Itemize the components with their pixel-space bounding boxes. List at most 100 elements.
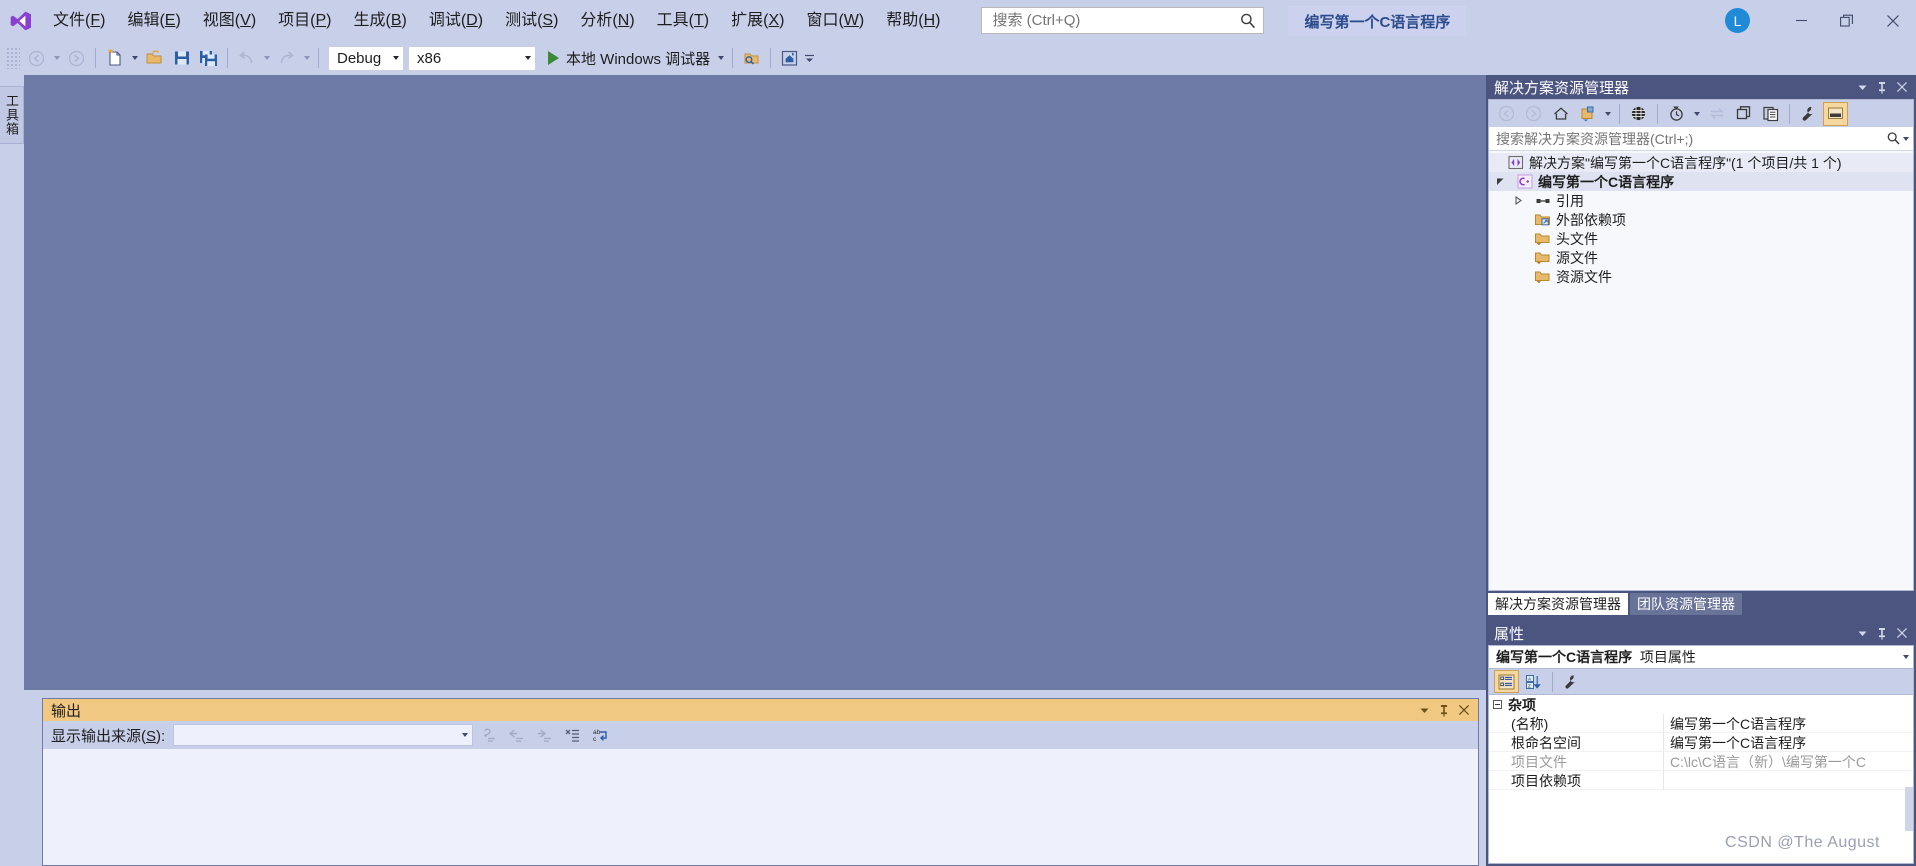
output-prev-message-button[interactable] [503, 723, 529, 747]
output-text-area[interactable] [43, 749, 1478, 865]
tree-row[interactable]: 外部依赖项 [1489, 210, 1913, 229]
output-source-combo[interactable] [173, 724, 474, 746]
solution-explorer-tree[interactable]: 解决方案"编写第一个C语言程序"(1 个项目/共 1 个) 编写第一个C语言程序… [1489, 151, 1913, 590]
minimize-button[interactable] [1778, 5, 1824, 37]
output-close-button[interactable] [1454, 700, 1474, 720]
properties-pin-button[interactable] [1872, 623, 1892, 643]
properties-categorized-button[interactable] [1494, 670, 1519, 693]
close-button[interactable] [1870, 5, 1916, 37]
menu-item-extensions[interactable]: 扩展(X) [720, 8, 795, 34]
undo-dropdown[interactable] [260, 45, 273, 71]
menu-item-build[interactable]: 生成(B) [342, 8, 417, 34]
menu-item-edit[interactable]: 编辑(E) [116, 8, 191, 34]
new-project-dropdown[interactable] [128, 45, 141, 71]
se-properties-button[interactable] [1796, 102, 1821, 126]
solution-explorer-pin-button[interactable] [1872, 77, 1892, 97]
toolbar-drag-handle[interactable] [6, 47, 20, 69]
solution-explorer-search[interactable] [1489, 127, 1913, 151]
se-search-input[interactable] [1496, 130, 1886, 147]
menu-item-view[interactable]: 视图(V) [192, 8, 267, 34]
save-button[interactable] [169, 45, 194, 71]
menu-item-window[interactable]: 窗口(W) [795, 8, 875, 34]
solution-explorer-menu-button[interactable] [1852, 77, 1872, 97]
se-preview-selected-items-button[interactable] [1823, 101, 1848, 126]
properties-alphabetical-button[interactable]: A Z [1521, 670, 1546, 693]
se-sync-with-active-document-button[interactable] [1704, 102, 1729, 126]
solution-explorer-header: 解决方案资源管理器 [1486, 75, 1916, 99]
output-window-menu-button[interactable] [1414, 700, 1434, 720]
properties-page-button[interactable] [1559, 670, 1584, 693]
collapse-box-icon[interactable] [1493, 700, 1502, 709]
start-page-button[interactable] [777, 45, 802, 71]
properties-category-row[interactable]: 杂项 [1489, 695, 1913, 714]
table-row[interactable]: 项目文件 C:\lc\C语言（新）\编写第一个C [1489, 752, 1913, 771]
output-pin-button[interactable] [1434, 700, 1454, 720]
properties-grid-scrollbar[interactable] [1905, 787, 1913, 831]
property-value[interactable]: 编写第一个C语言程序 [1664, 733, 1913, 752]
se-home-button[interactable] [1548, 102, 1573, 126]
se-pending-changes-filter-button[interactable] [1664, 102, 1689, 126]
output-next-message-button[interactable] [531, 723, 557, 747]
se-collapse-all-button[interactable] [1758, 102, 1783, 126]
toolbox-tab[interactable]: 工具箱 [0, 86, 24, 144]
menu-item-help[interactable]: 帮助(H) [875, 8, 951, 34]
undo-button[interactable] [234, 45, 259, 71]
open-file-button[interactable] [142, 45, 167, 71]
tree-expand-twisty[interactable] [1494, 172, 1507, 191]
solution-explorer-close-button[interactable] [1892, 77, 1912, 97]
menu-item-file[interactable]: 文件(F) [42, 8, 116, 34]
properties-menu-button[interactable] [1852, 623, 1872, 643]
properties-object-combo[interactable]: 编写第一个C语言程序 项目属性 [1488, 645, 1914, 669]
navigate-backward-dropdown[interactable] [50, 45, 63, 71]
menu-item-debug[interactable]: 调试(D) [418, 8, 494, 34]
clear-all-icon [565, 729, 579, 742]
menu-item-tools[interactable]: 工具(T) [646, 8, 720, 34]
tree-row[interactable]: 解决方案"编写第一个C语言程序"(1 个项目/共 1 个) [1489, 153, 1913, 172]
tab-solution-explorer[interactable]: 解决方案资源管理器 [1488, 593, 1628, 615]
tree-row[interactable]: 编写第一个C语言程序 [1489, 172, 1913, 191]
tree-row[interactable]: 引用 [1489, 191, 1913, 210]
tree-row[interactable]: 头文件 [1489, 229, 1913, 248]
tree-expand-twisty[interactable] [1512, 191, 1525, 210]
start-debugging-dropdown[interactable] [714, 45, 727, 71]
toolbar-overflow-button[interactable] [803, 45, 816, 71]
navigate-forward-button[interactable] [64, 45, 89, 71]
search-input[interactable] [992, 12, 1240, 29]
new-project-button[interactable] [102, 45, 127, 71]
solution-platform-combo[interactable]: x86 [408, 45, 536, 71]
solution-configuration-combo[interactable]: Debug [328, 45, 404, 71]
tree-row[interactable]: 源文件 [1489, 248, 1913, 267]
find-in-files-button[interactable] [739, 45, 764, 71]
se-forward-button[interactable] [1521, 102, 1546, 126]
property-value[interactable]: 编写第一个C语言程序 [1664, 714, 1913, 733]
navigate-backward-button[interactable] [24, 45, 49, 71]
output-goto-message-button[interactable] [475, 723, 501, 747]
menu-item-analyze[interactable]: 分析(N) [569, 8, 645, 34]
se-filter-dropdown[interactable] [1690, 101, 1703, 127]
avatar[interactable]: L [1725, 8, 1750, 33]
tree-row[interactable]: 资源文件 [1489, 267, 1913, 286]
menu-item-project[interactable]: 项目(P) [267, 8, 342, 34]
save-all-button[interactable] [196, 45, 221, 71]
start-debugging-button[interactable]: 本地 Windows 调试器 [542, 45, 714, 71]
table-row[interactable]: (名称) 编写第一个C语言程序 [1489, 714, 1913, 733]
global-search-box[interactable] [981, 7, 1265, 34]
se-refresh-button[interactable] [1731, 102, 1756, 126]
table-row[interactable]: 项目依赖项 [1489, 771, 1913, 790]
output-toggle-word-wrap-button[interactable]: ab c [587, 723, 613, 747]
menu-item-test[interactable]: 测试(S) [494, 8, 569, 34]
table-row[interactable]: 根命名空间 编写第一个C语言程序 [1489, 733, 1913, 752]
se-show-all-files-button[interactable] [1626, 102, 1651, 126]
restore-button[interactable] [1824, 5, 1870, 37]
properties-close-button[interactable] [1892, 623, 1912, 643]
se-switch-views-dropdown[interactable] [1601, 101, 1614, 127]
output-clear-all-button[interactable] [559, 723, 585, 747]
se-switch-views-button[interactable] [1575, 102, 1600, 126]
tab-team-explorer[interactable]: 团队资源管理器 [1630, 593, 1742, 615]
property-value[interactable] [1664, 771, 1913, 790]
document-tab-active[interactable]: 编写第一个C语言程序 [1288, 5, 1467, 36]
se-back-button[interactable] [1494, 102, 1519, 126]
redo-button[interactable] [274, 45, 299, 71]
redo-dropdown[interactable] [300, 45, 313, 71]
chevron-down-icon[interactable] [1903, 136, 1909, 141]
